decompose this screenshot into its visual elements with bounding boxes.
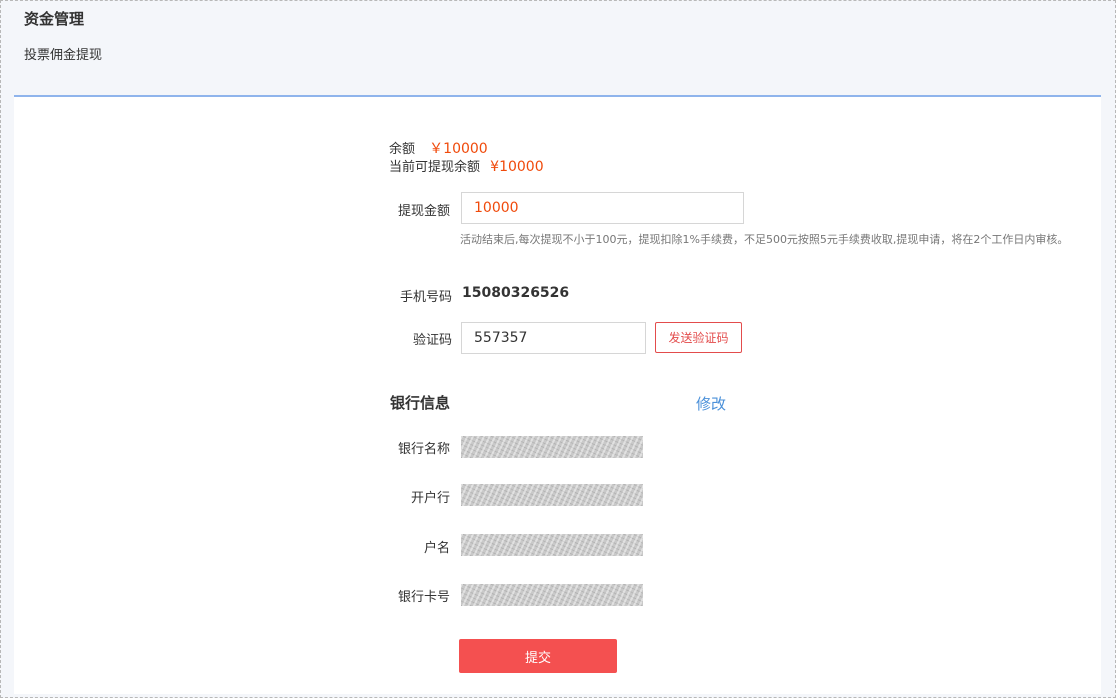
page-subtitle: 投票佣金提现 [24,48,103,63]
bank-name-masked [461,436,643,458]
edit-bank-link[interactable]: 修改 [696,393,726,414]
available-balance-value: ¥10000 [490,159,544,175]
bank-branch-label: 开户行 [410,491,450,506]
phone-value: 15080326526 [462,285,570,301]
available-balance-label: 当前可提现余额 [389,160,481,175]
account-holder-masked [461,534,643,556]
phone-label: 手机号码 [399,290,452,305]
bank-branch-masked [461,484,643,506]
withdraw-amount-label: 提现金额 [397,204,450,219]
verification-code-label: 验证码 [412,333,452,348]
withdraw-amount-value: 10000 [474,200,519,216]
account-holder-label: 户名 [423,541,450,556]
bank-info-title: 银行信息 [390,394,451,412]
page-title: 资金管理 [24,10,85,28]
withdraw-hint: 活动结束后,每次提现不小于100元，提现扣除1%手续费，不足500元按照5元手续… [460,233,1069,246]
available-balance-row: 当前可提现余额 ¥10000 [389,156,544,175]
withdraw-amount-input[interactable]: 10000 [461,192,744,224]
balance-label: 余额 [389,142,416,157]
bank-name-label: 银行名称 [397,442,450,457]
balance-row: 余额 ￥10000 [389,138,488,158]
card-number-label: 银行卡号 [397,590,450,605]
verification-code-input[interactable]: 557357 [461,322,646,354]
verification-code-value: 557357 [474,330,528,346]
balance-value: ￥10000 [429,141,488,157]
send-code-button[interactable]: 发送验证码 [655,322,742,353]
submit-button[interactable]: 提交 [459,639,617,673]
page-header: 资金管理 投票佣金提现 [2,2,1112,96]
card-number-masked [461,584,643,606]
